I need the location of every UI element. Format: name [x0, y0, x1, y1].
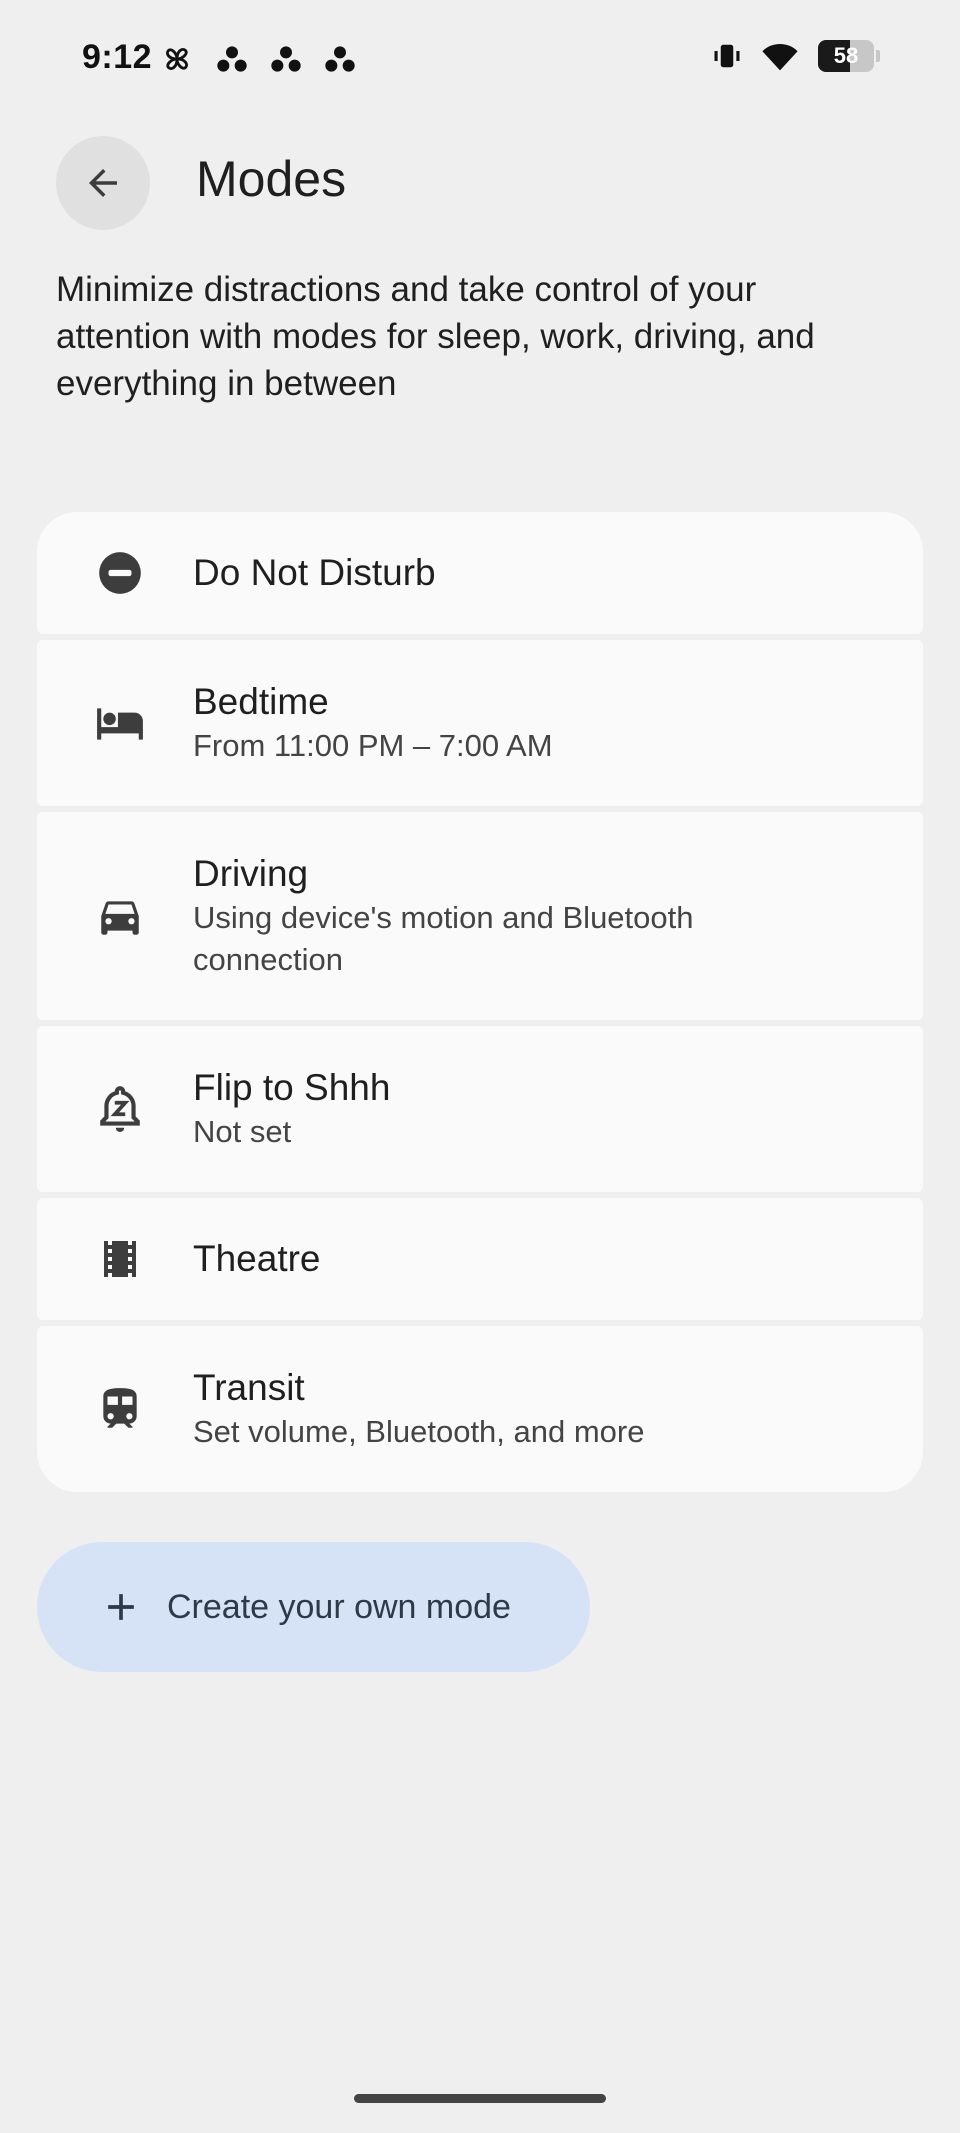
mode-item-transit[interactable]: Transit Set volume, Bluetooth, and more	[37, 1326, 923, 1492]
dots-icon	[271, 46, 301, 72]
mode-item-flip-to-shhh[interactable]: Flip to Shhh Not set	[37, 1026, 923, 1192]
car-icon	[95, 891, 145, 941]
mode-item-bedtime[interactable]: Bedtime From 11:00 PM – 7:00 AM	[37, 640, 923, 806]
notification-icons	[160, 42, 356, 76]
bed-icon	[95, 698, 145, 748]
back-button[interactable]	[56, 136, 150, 230]
arrow-back-icon	[89, 169, 117, 197]
mode-item-driving[interactable]: Driving Using device's motion and Blueto…	[37, 812, 923, 1020]
battery-nub	[876, 50, 880, 62]
status-bar: 9:12 58	[0, 0, 960, 120]
mode-text: Flip to Shhh Not set	[193, 1065, 390, 1153]
mode-text: Theatre	[193, 1236, 321, 1282]
train-icon	[95, 1384, 145, 1434]
system-icons: 58	[712, 40, 880, 72]
mode-text: Bedtime From 11:00 PM – 7:00 AM	[193, 679, 553, 767]
create-mode-label: Create your own mode	[167, 1587, 511, 1626]
wifi-icon	[762, 44, 798, 71]
create-mode-button[interactable]: Create your own mode	[37, 1542, 590, 1672]
mode-subtitle: From 11:00 PM – 7:00 AM	[193, 728, 553, 763]
mode-subtitle: Not set	[193, 1114, 292, 1149]
mode-item-theatre[interactable]: Theatre	[37, 1198, 923, 1320]
mode-subtitle: Using device's motion and Bluetooth conn…	[193, 900, 694, 977]
dots-icon	[217, 46, 247, 72]
film-icon	[95, 1234, 145, 1284]
mode-item-do-not-disturb[interactable]: Do Not Disturb	[37, 512, 923, 634]
mode-title: Theatre	[193, 1238, 321, 1279]
modes-list: Do Not Disturb Bedtime From 11:00 PM – 7…	[37, 512, 923, 1498]
mode-text: Driving Using device's motion and Blueto…	[193, 851, 833, 981]
do-not-disturb-icon	[95, 548, 145, 598]
status-time: 9:12	[82, 38, 153, 76]
mode-title: Bedtime	[193, 681, 329, 722]
mode-subtitle: Set volume, Bluetooth, and more	[193, 1414, 645, 1449]
mode-title: Flip to Shhh	[193, 1067, 391, 1108]
battery-text: 58	[833, 43, 859, 68]
dots-icon	[325, 46, 355, 72]
plus-icon	[99, 1585, 143, 1629]
home-indicator[interactable]	[354, 2094, 606, 2103]
mode-text: Transit Set volume, Bluetooth, and more	[193, 1365, 644, 1453]
pinwheel-icon	[166, 48, 188, 70]
page-description: Minimize distractions and take control o…	[56, 270, 815, 403]
vibrate-icon	[714, 44, 740, 68]
battery-icon: 58	[818, 40, 874, 72]
mode-title: Transit	[193, 1367, 305, 1408]
mode-title: Do Not Disturb	[193, 552, 436, 593]
mode-title: Driving	[193, 853, 309, 894]
bell-z-icon	[95, 1084, 145, 1134]
page-title: Modes	[196, 151, 347, 207]
mode-text: Do Not Disturb	[193, 550, 436, 596]
